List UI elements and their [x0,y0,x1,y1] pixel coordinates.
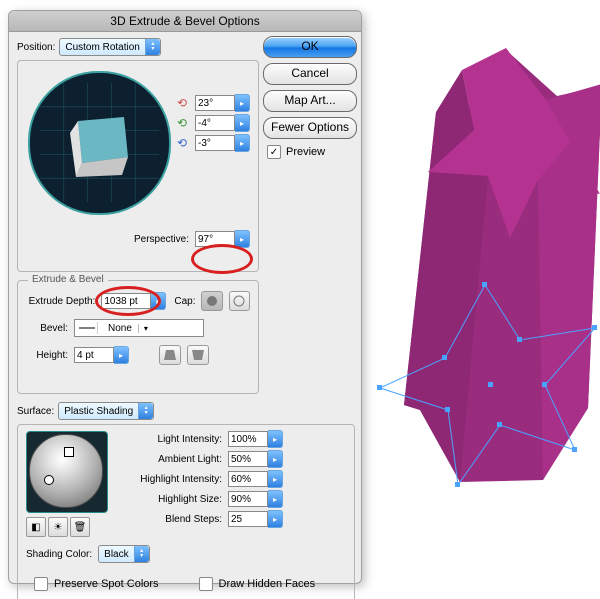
preserve-spot-checkbox[interactable] [34,577,48,591]
perspective-label: Perspective: [134,234,189,245]
draw-hidden-checkbox[interactable] [199,577,213,591]
extruded-star-preview [370,40,600,520]
bevel-in-icon [164,350,176,360]
rotate-x-field[interactable]: ▸ [195,95,250,111]
extrude-depth-field[interactable]: ▸ [101,293,166,309]
bevel-out-icon [192,350,204,360]
bevel-extent-in-button[interactable] [159,345,181,365]
map-art-button[interactable]: Map Art... [263,90,357,112]
extrude-legend: Extrude & Bevel [28,274,108,285]
preview-label: Preview [286,146,325,158]
bevel-extent-out-button[interactable] [187,345,209,365]
ok-button[interactable]: OK [263,36,357,58]
shading-color-label: Shading Color: [26,549,92,560]
highlight-size-field[interactable]: ▸ [228,491,283,507]
light-intensity-label: Light Intensity: [118,434,222,445]
preserve-spot-label: Preserve Spot Colors [54,578,159,590]
rotate-z-icon: ⟲ [175,136,189,150]
position-mode-select[interactable]: Custom Rotation ▴▾ [59,38,160,56]
perspective-field[interactable]: ▸ [195,231,250,247]
highlight-intensity-field[interactable]: ▸ [228,471,283,487]
chevron-down-icon: ▾ [138,324,153,333]
extrude-bevel-dialog: 3D Extrude & Bevel Options OK Cancel Map… [8,10,362,584]
fewer-options-button[interactable]: Fewer Options [263,117,357,139]
cap-hollow-icon [233,295,245,307]
shading-color-select[interactable]: Black ▴▾ [98,545,149,563]
extrude-depth-label: Extrude Depth: [26,296,95,307]
bevel-height-label: Height: [26,350,68,361]
light-sphere[interactable] [29,434,103,508]
ambient-light-field[interactable]: ▸ [228,451,283,467]
cube-icon [66,109,138,181]
preview-checkbox[interactable]: ✓ [267,145,281,159]
delete-light-button[interactable]: 🗑 [70,517,90,537]
ambient-light-label: Ambient Light: [118,454,222,465]
position-label: Position: [17,42,55,53]
cancel-button[interactable]: Cancel [263,63,357,85]
highlight-intensity-label: Highlight Intensity: [118,474,222,485]
rotate-x-icon: ⟲ [175,96,189,110]
light-intensity-field[interactable]: ▸ [228,431,283,447]
surface-label: Surface: [17,406,54,417]
rotate-y-icon: ⟲ [175,116,189,130]
updown-icon: ▴▾ [138,403,153,419]
cap-solid-icon [206,295,218,307]
dialog-title: 3D Extrude & Bevel Options [9,11,361,32]
rotation-trackball[interactable] [28,71,171,215]
bevel-label: Bevel: [26,323,68,334]
blend-steps-field[interactable]: ▸ [228,511,283,527]
highlight-size-label: Highlight Size: [118,494,222,505]
surface-mode-select[interactable]: Plastic Shading ▴▾ [58,402,154,420]
bevel-height-field[interactable]: ▸ [74,347,129,363]
cap-off-button[interactable] [229,291,250,311]
cap-label: Cap: [174,296,195,307]
blend-steps-label: Blend Steps: [118,514,222,525]
draw-hidden-label: Draw Hidden Faces [219,578,316,590]
new-light-button[interactable]: ☀ [48,517,68,537]
light-back-button[interactable]: ◧ [26,517,46,537]
updown-icon: ▴▾ [134,546,149,562]
cap-on-button[interactable] [201,291,222,311]
bevel-select[interactable]: None ▾ [74,319,204,337]
rotate-z-field[interactable]: ▸ [195,135,250,151]
updown-icon: ▴▾ [145,39,160,55]
rotate-y-field[interactable]: ▸ [195,115,250,131]
bevel-none-icon [79,324,95,332]
